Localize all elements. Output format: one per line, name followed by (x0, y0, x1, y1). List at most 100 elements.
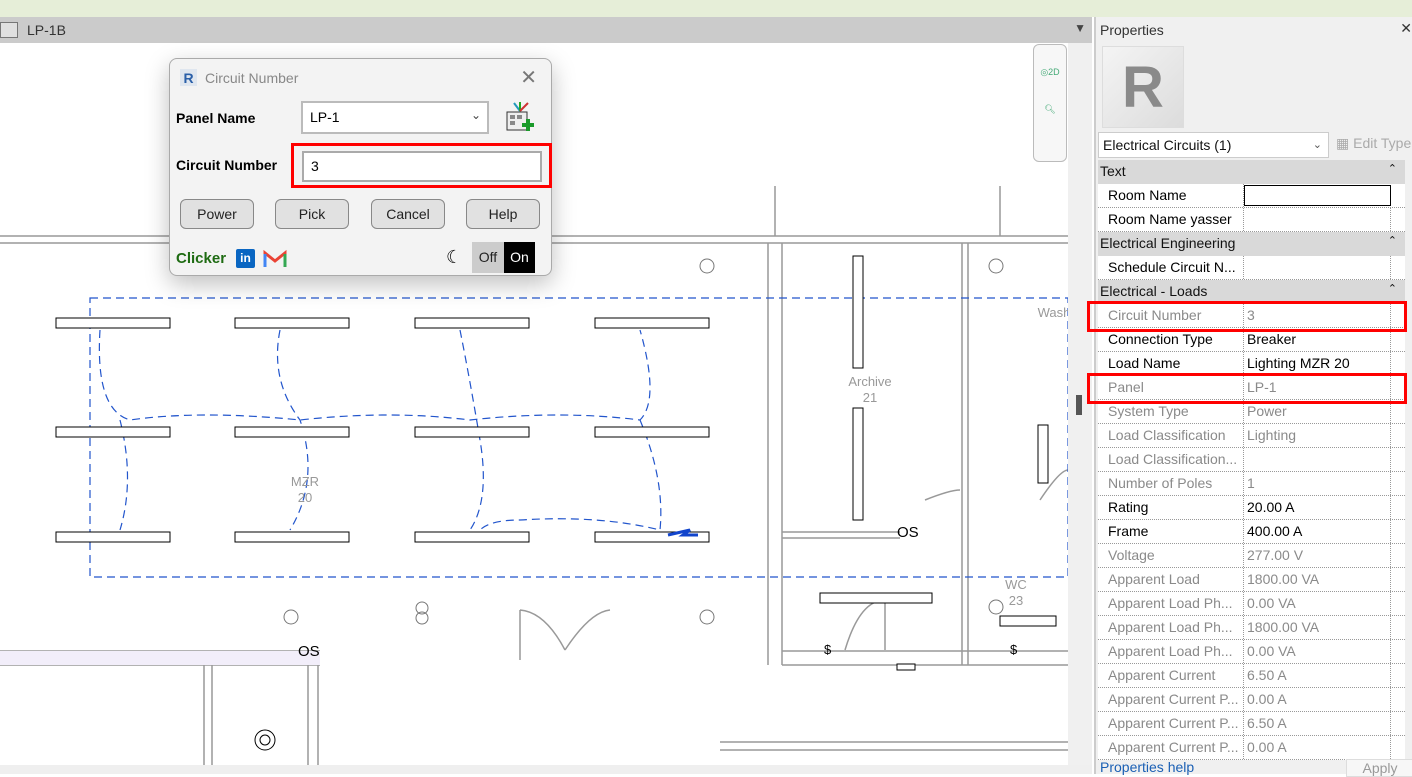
property-row[interactable]: Load Classification... (1098, 448, 1405, 472)
property-value (1244, 448, 1391, 471)
property-value: 0.00 A (1244, 736, 1391, 759)
property-group-header[interactable]: Electrical Engineering ⌃ (1098, 232, 1405, 256)
linkedin-icon[interactable]: in (236, 249, 255, 268)
property-value[interactable]: Lighting MZR 20 (1244, 352, 1391, 375)
property-value: Lighting (1244, 424, 1391, 447)
panel-name-select[interactable]: LP-1 ⌄ (301, 101, 489, 134)
room-number[interactable]: 21 (863, 390, 877, 405)
property-value: 0.00 VA (1244, 592, 1391, 615)
help-button[interactable]: Help (466, 199, 540, 229)
property-row[interactable]: Apparent Load Ph... 1800.00 VA (1098, 616, 1405, 640)
property-value: 1800.00 VA (1244, 568, 1391, 591)
property-row[interactable]: Apparent Load Ph... 0.00 VA (1098, 640, 1405, 664)
property-spacer (1391, 256, 1405, 279)
gmail-icon[interactable] (263, 249, 287, 268)
circuit-number-label: Circuit Number (176, 157, 278, 173)
property-label: Apparent Load Ph... (1098, 592, 1244, 615)
apply-button[interactable]: Apply (1346, 759, 1412, 777)
room-number[interactable]: 20 (298, 490, 312, 505)
property-label: Rating (1098, 496, 1244, 519)
property-row[interactable]: Number of Poles 1 (1098, 472, 1405, 496)
view-tab-title: LP-1B (27, 22, 66, 38)
property-label: Apparent Current P... (1098, 736, 1244, 759)
scrollbar-thumb[interactable] (1076, 395, 1082, 415)
circuit-number-dialog: R Circuit Number ✕ Panel Name LP-1 ⌄ Circu… (169, 58, 552, 276)
property-row[interactable]: Room Name yasser (1098, 208, 1405, 232)
occupancy-sensor-label[interactable]: OS (298, 643, 320, 660)
property-row[interactable]: Voltage 277.00 V (1098, 544, 1405, 568)
property-label: Frame (1098, 520, 1244, 543)
property-label: Apparent Current P... (1098, 688, 1244, 711)
toggle-off[interactable]: Off (472, 242, 504, 273)
dialog-title: Circuit Number (205, 69, 299, 86)
property-label: Apparent Current (1098, 664, 1244, 687)
property-label: Load Classification (1098, 424, 1244, 447)
dark-mode-icon: ☾ (446, 247, 463, 267)
room-name[interactable]: Wash (1038, 305, 1068, 320)
property-spacer (1391, 472, 1405, 495)
properties-help-link[interactable]: Properties help (1100, 759, 1194, 775)
navigation-bar[interactable]: ◎2D 🔍︎ (1033, 44, 1067, 162)
collapse-icon[interactable]: ⌃ (1388, 162, 1397, 175)
property-spacer (1391, 736, 1405, 759)
property-value[interactable]: 400.00 A (1244, 520, 1391, 543)
property-value[interactable] (1244, 256, 1391, 279)
ribbon-strip (0, 0, 1412, 17)
power-button[interactable]: Power (180, 199, 254, 229)
close-icon[interactable]: ✕ (520, 65, 537, 90)
group-name: Electrical Engineering (1100, 235, 1236, 251)
panel-schedule-icon (0, 22, 18, 38)
property-row[interactable]: Schedule Circuit N... (1098, 256, 1405, 280)
room-name[interactable]: WC (1005, 577, 1027, 592)
type-selector-value: Electrical Circuits (1) (1103, 137, 1232, 153)
property-spacer (1391, 616, 1405, 639)
property-row[interactable]: Apparent Load Ph... 0.00 VA (1098, 592, 1405, 616)
property-value: 277.00 V (1244, 544, 1391, 567)
view-control-bar[interactable] (0, 765, 1092, 774)
add-panel-icon[interactable] (504, 101, 536, 133)
property-row[interactable]: Room Name (1098, 184, 1405, 208)
properties-title: Properties (1100, 22, 1164, 38)
property-value[interactable] (1244, 208, 1391, 231)
circuit-number-input[interactable]: 3 (302, 151, 542, 182)
property-group-header[interactable]: Text ⌃ (1098, 160, 1405, 184)
edit-type-button[interactable]: ▦ Edit Type (1336, 135, 1411, 152)
close-icon[interactable]: ✕ (1400, 20, 1412, 37)
steering-wheel-icon[interactable]: ◎2D (1034, 67, 1066, 78)
property-row[interactable]: Load Classification Lighting (1098, 424, 1405, 448)
dark-mode-toggle[interactable]: Off On (472, 242, 535, 273)
property-row[interactable]: Apparent Current 6.50 A (1098, 664, 1405, 688)
collapse-icon[interactable]: ⌃ (1388, 234, 1397, 247)
pick-button[interactable]: Pick (275, 199, 349, 229)
property-row[interactable]: Apparent Load 1800.00 VA (1098, 568, 1405, 592)
toggle-on[interactable]: On (504, 242, 535, 273)
cancel-button[interactable]: Cancel (371, 199, 445, 229)
switch-symbol[interactable]: $ (1010, 642, 1018, 657)
switch-symbol[interactable]: $ (824, 642, 832, 657)
property-value[interactable] (1244, 185, 1391, 206)
view-tab[interactable]: LP-1B ▼ (0, 17, 1092, 43)
property-row[interactable]: Apparent Current P... 0.00 A (1098, 736, 1405, 760)
property-row[interactable]: Rating 20.00 A (1098, 496, 1405, 520)
property-label: Number of Poles (1098, 472, 1244, 495)
property-row[interactable]: Apparent Current P... 0.00 A (1098, 688, 1405, 712)
highlight-box (1087, 373, 1407, 404)
type-selector[interactable]: Electrical Circuits (1) ⌄ (1098, 132, 1329, 158)
property-row[interactable]: Frame 400.00 A (1098, 520, 1405, 544)
property-label: Load Classification... (1098, 448, 1244, 471)
occupancy-sensor-label[interactable]: OS (897, 524, 919, 541)
property-label: Load Name (1098, 352, 1244, 375)
property-value[interactable]: 20.00 A (1244, 496, 1391, 519)
zoom-icon[interactable]: 🔍︎ (1034, 104, 1066, 115)
edit-type-label: Edit Type (1353, 135, 1412, 151)
room-name[interactable]: Archive (848, 374, 891, 389)
vertical-scrollbar[interactable] (1068, 43, 1092, 765)
properties-grid: Text ⌃ Room Name Room Name yasser Electrical… (1098, 160, 1405, 760)
room-number[interactable]: 23 (1009, 593, 1023, 608)
property-row[interactable]: Apparent Current P... 6.50 A (1098, 712, 1405, 736)
property-spacer (1391, 664, 1405, 687)
room-name[interactable]: MZR (291, 474, 319, 489)
collapse-icon[interactable]: ⌃ (1388, 282, 1397, 295)
property-label: Apparent Current P... (1098, 712, 1244, 735)
view-menu-icon[interactable]: ▼ (1074, 21, 1086, 35)
